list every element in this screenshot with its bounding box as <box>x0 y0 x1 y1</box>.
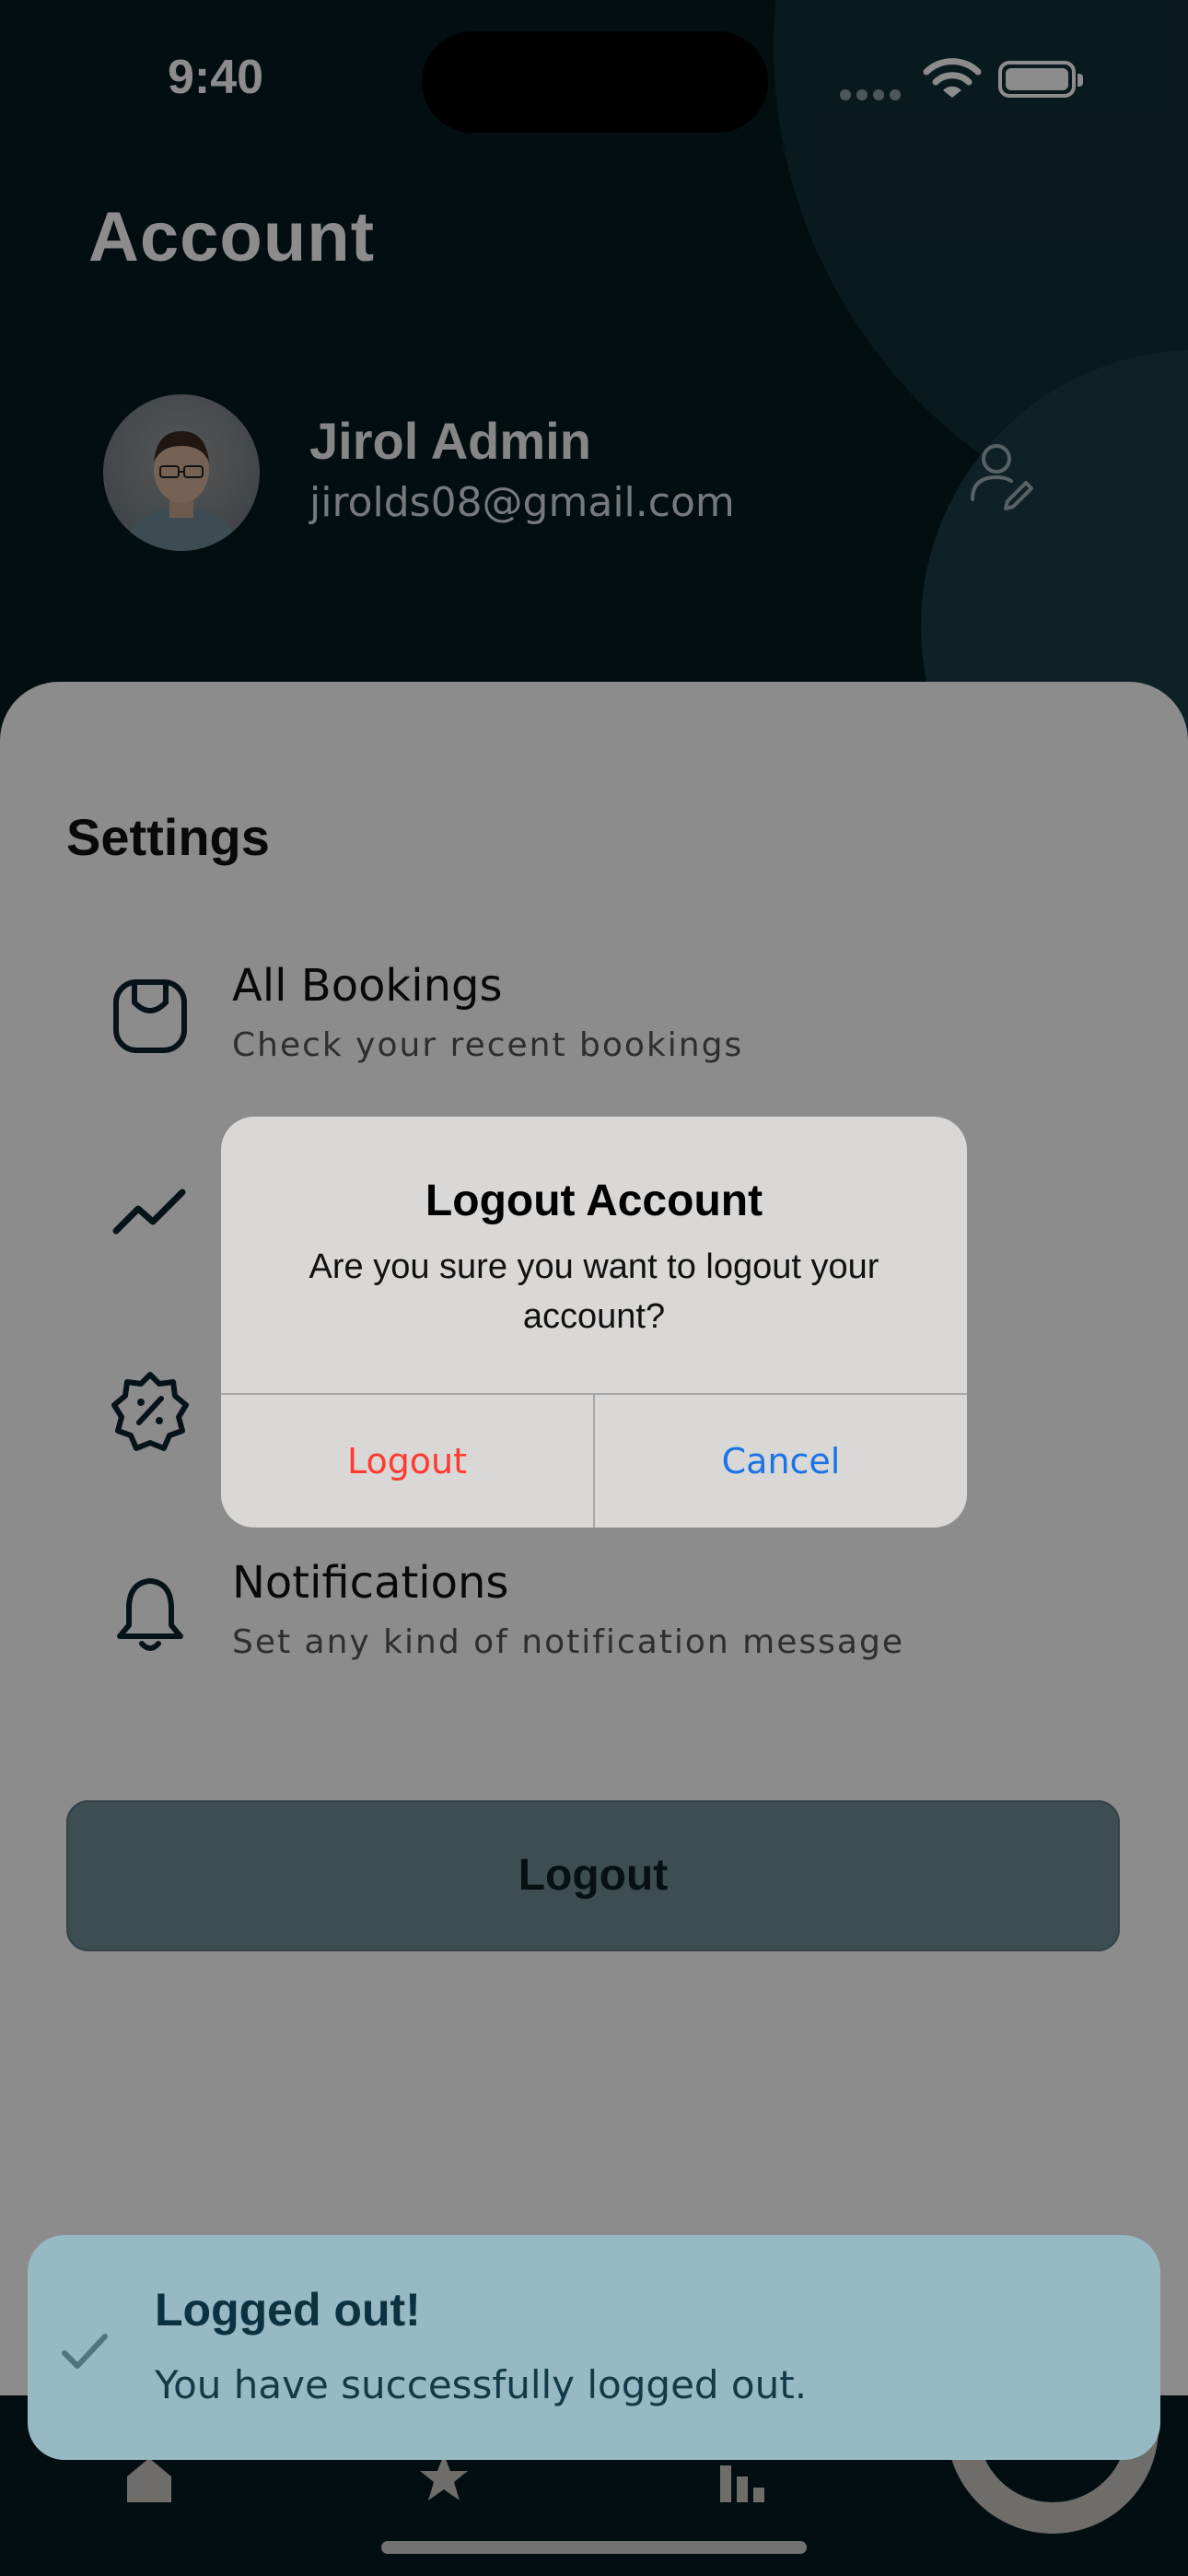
check-icon <box>62 2334 108 2369</box>
toast-title: Logged out! <box>155 2284 421 2336</box>
dialog-cancel-button[interactable]: Cancel <box>595 1395 967 1528</box>
toast-message: You have successfully logged out. <box>155 2362 808 2407</box>
dialog-message: Are you sure you want to logout your acc… <box>309 1247 879 1336</box>
success-toast[interactable]: Logged out! You have successfully logged… <box>28 2235 1160 2460</box>
dialog-title: Logout Account <box>425 1177 763 1225</box>
logout-dialog: Logout Account Are you sure you want to … <box>221 1117 967 1528</box>
dialog-logout-button[interactable]: Logout <box>221 1395 593 1528</box>
